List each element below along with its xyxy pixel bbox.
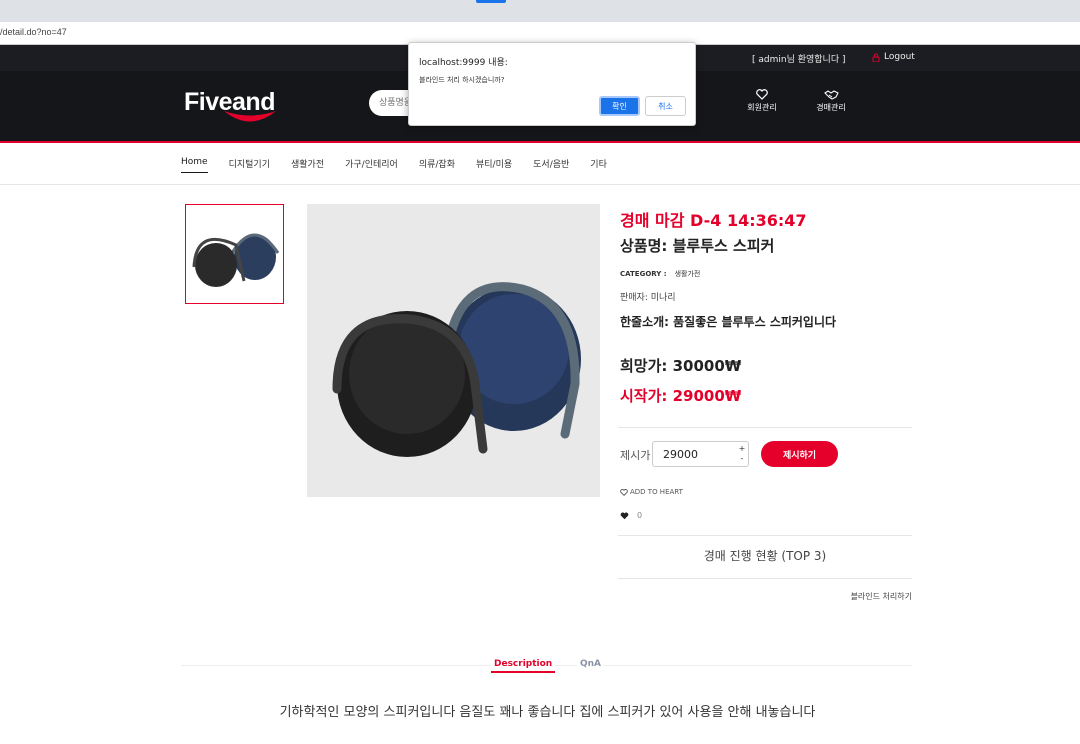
nav-item-beauty[interactable]: 뷰티/미용 xyxy=(476,157,512,173)
product-intro: 한줄소개: 품질좋은 블루투스 스피커입니다 xyxy=(620,315,837,329)
member-admin-button[interactable]: 회원관리 xyxy=(737,89,787,113)
add-to-heart-link[interactable]: ADD TO HEART xyxy=(620,488,683,496)
heart-outline-icon xyxy=(620,488,628,496)
add-to-heart-label: ADD TO HEART xyxy=(630,488,683,496)
divider xyxy=(618,535,912,536)
site-logo[interactable]: Fiveand xyxy=(183,88,283,128)
lock-icon xyxy=(872,52,880,62)
product-description: 기하학적인 모양의 스피커입니다 음질도 꽤나 좋습니다 집에 스피커가 있어 … xyxy=(279,705,816,720)
browser-tabstrip xyxy=(0,0,1080,22)
tab-qna[interactable]: QnA xyxy=(577,659,605,669)
bid-label: 제시가 xyxy=(620,449,651,462)
nav-item-furniture[interactable]: 가구/인테리어 xyxy=(345,157,398,173)
logout-label: Logout xyxy=(884,52,915,62)
nav-item-clothing[interactable]: 의류/잡화 xyxy=(419,157,455,173)
heart-filled-icon xyxy=(620,512,629,519)
nav-item-digital[interactable]: 디지털기기 xyxy=(229,157,270,173)
heart-icon xyxy=(756,89,768,100)
stepper-down-icon[interactable]: - xyxy=(738,454,746,464)
bid-amount-input[interactable] xyxy=(653,442,733,466)
like-count: 0 xyxy=(620,511,642,520)
seller-name: 판매자: 미나리 xyxy=(620,293,676,303)
product-main-image xyxy=(307,204,600,497)
dialog-ok-button[interactable]: 확인 xyxy=(599,96,640,116)
bid-amount-field[interactable]: + - xyxy=(652,441,749,467)
auction-status-title: 경매 진행 현황 (TOP 3) xyxy=(703,549,827,563)
member-admin-label: 회원관리 xyxy=(747,103,777,112)
nav-item-appliances[interactable]: 생활가전 xyxy=(291,157,324,173)
blind-process-link[interactable]: 블라인드 처리하기 xyxy=(812,591,912,602)
stepper-up-icon[interactable]: + xyxy=(738,444,746,454)
auction-admin-label: 경매관리 xyxy=(816,103,846,112)
speaker-image xyxy=(307,204,600,497)
speaker-thumbnail-image xyxy=(186,205,283,303)
product-category: CATEGORY : 생활가전 xyxy=(620,269,700,279)
category-value: 생활가전 xyxy=(674,270,701,278)
url-text: /detail.do?no=47 xyxy=(0,27,67,37)
nav-item-etc[interactable]: 기타 xyxy=(590,157,607,173)
confirm-dialog: localhost:9999 내용: 블라인드 처리 하시겠습니까? 확인 취소 xyxy=(408,42,696,126)
logo-swoosh-icon xyxy=(224,111,276,122)
category-nav: Home 디지털기기 생활가전 가구/인테리어 의류/잡화 뷰티/미용 도서/음… xyxy=(0,145,1080,185)
submit-bid-button[interactable]: 제시하기 xyxy=(761,441,838,467)
divider xyxy=(618,427,912,428)
category-label: CATEGORY : xyxy=(620,270,667,278)
logout-link[interactable]: Logout xyxy=(872,52,915,62)
bid-stepper[interactable]: + - xyxy=(738,444,746,464)
handshake-icon xyxy=(823,90,839,100)
like-count-value: 0 xyxy=(637,511,643,520)
nav-item-books[interactable]: 도서/음반 xyxy=(533,157,569,173)
dialog-cancel-button[interactable]: 취소 xyxy=(645,96,686,116)
welcome-text: [ admin님 환영합니다 ] xyxy=(752,55,846,65)
product-thumbnail[interactable] xyxy=(185,204,284,304)
dialog-message: 블라인드 처리 하시겠습니까? xyxy=(419,76,505,84)
product-name: 상품명: 블루투스 스피커 xyxy=(620,237,775,255)
nav-item-home[interactable]: Home xyxy=(181,157,208,173)
start-price: 시작가: 29000₩ xyxy=(620,387,742,405)
dialog-title: localhost:9999 내용: xyxy=(419,58,508,68)
auction-deadline: 경매 마감 D-4 14:36:47 xyxy=(620,211,807,230)
hope-price: 희망가: 30000₩ xyxy=(620,357,742,375)
tab-description[interactable]: Description xyxy=(491,659,556,673)
auction-admin-button[interactable]: 경매관리 xyxy=(806,89,856,113)
active-tab-indicator[interactable] xyxy=(476,0,506,3)
divider xyxy=(618,578,912,579)
